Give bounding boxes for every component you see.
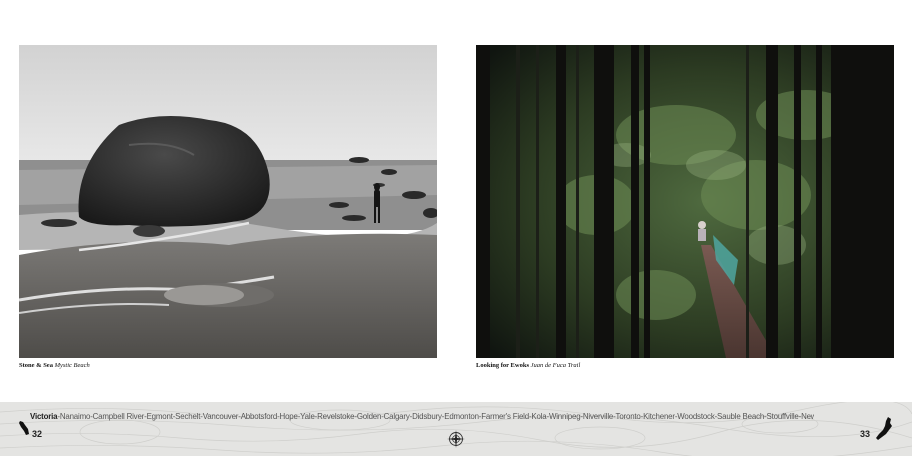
caption-left-title: Stone & Sea <box>19 362 53 369</box>
route-stops: -Nanaimo-Campbell River-Egmont-Sechelt-V… <box>57 411 813 421</box>
caption-right-title: Looking for Ewoks <box>476 362 529 369</box>
page-number-right: 33 <box>860 429 871 439</box>
caption-left: Stone & Sea Mystic Beach <box>19 362 90 369</box>
photo-stone-and-sea <box>19 45 437 358</box>
photo-looking-for-ewoks <box>476 45 894 358</box>
page-number-left: 32 <box>32 429 43 439</box>
caption-right: Looking for Ewoks Juan de Fuca Trail <box>476 362 580 369</box>
route-start: Victoria <box>30 411 58 421</box>
caption-left-location: Mystic Beach <box>54 362 90 369</box>
route-towns: Victoria-Nanaimo-Campbell River-Egmont-S… <box>30 411 814 421</box>
book-spread: Stone & Sea Mystic Beach Looking for Ewo… <box>0 0 912 456</box>
caption-right-location: Juan de Fuca Trail <box>530 362 581 369</box>
nova-scotia-map-icon <box>876 417 892 440</box>
route-footer: Victoria-Nanaimo-Campbell River-Egmont-S… <box>0 402 912 456</box>
vancouver-island-map-icon <box>19 421 29 435</box>
compass-rose-icon <box>447 430 465 448</box>
